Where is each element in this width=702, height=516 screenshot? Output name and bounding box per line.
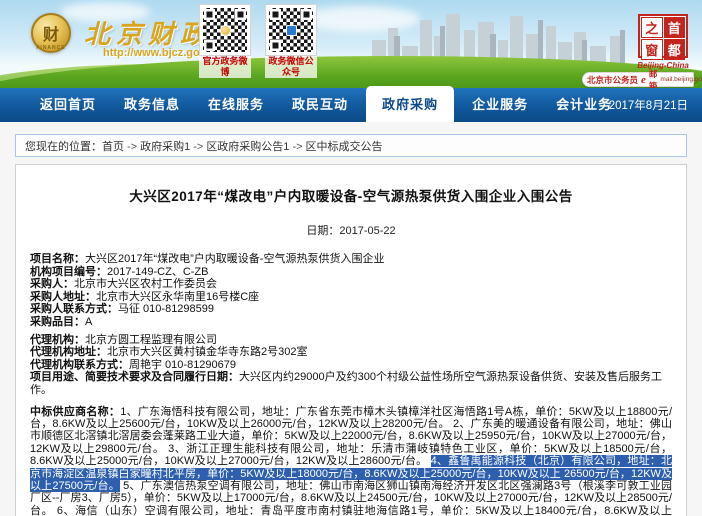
field-row: 采购人：北京市大兴区农村工作委员会 (30, 278, 672, 291)
breadcrumb: 您现在的位置： 首页->政府采购1->区政府采购公告1->区中标成交公告 (15, 134, 687, 157)
breadcrumb-separator: -> (292, 141, 302, 153)
date-label: 日期： (306, 225, 339, 237)
field-value: 大兴区2017年“煤改电”户内取暖设备-空气源热泵供货入围企业 (85, 253, 384, 265)
field-label: 项目名称： (30, 253, 85, 265)
field-label: 代理机构地址： (30, 346, 107, 358)
field-value: 周艳宇 010-81290679 (129, 359, 236, 371)
announcement-date: 日期：2017-05-22 (30, 222, 672, 238)
field-label: 采购品目： (30, 316, 85, 328)
breadcrumb-link[interactable]: 首页 (102, 141, 124, 153)
capital-window-seal-logo[interactable]: 之 首 窗 都 (638, 14, 688, 58)
coin-character: 财 (33, 21, 69, 45)
email-banner-text2: 邮箱 (649, 68, 658, 89)
site-header-banner: 财 FINANCE 北京财政 http://www.bjcz.gov.cn 官方… (0, 0, 702, 88)
suppliers-label: 中标供应商名称： (30, 406, 120, 418)
current-date: 2017年8月21日 (609, 97, 688, 113)
field-value: 北京市大兴区农村工作委员会 (74, 278, 217, 290)
field-row: 代理机构：北京方圆工程监理有限公司 (30, 334, 672, 347)
qr-image (200, 5, 250, 55)
announcement-content-box: 大兴区2017年“煤改电”户内取暖设备-空气源热泵供货入围企业入围公告 日期：2… (15, 164, 687, 516)
project-fields: 项目名称：大兴区2017年“煤改电”户内取暖设备-空气源热泵供货入围企业机构项目… (30, 253, 672, 397)
breadcrumb-separator: -> (127, 141, 137, 153)
field-label: 机构项目编号： (30, 266, 107, 278)
breadcrumb-separator: -> (193, 141, 203, 153)
field-value: 北京市大兴区黄村镇金华寺东路2号302室 (107, 346, 307, 358)
field-label: 采购人： (30, 278, 74, 290)
email-banner-url: mail.beijing.gov.cn (660, 76, 702, 83)
field-row: 采购人地址：北京市大兴区永华南里16号楼C座 (30, 291, 672, 304)
field-value: 2017-149-CZ、C-ZB (107, 266, 208, 278)
field-label: 采购人联系方式： (30, 303, 118, 315)
field-row: 代理机构联系方式：周艳宇 010-81290679 (30, 359, 672, 372)
field-label: 采购人地址： (30, 291, 96, 303)
field-value: 北京市大兴区永华南里16号楼C座 (96, 291, 259, 303)
weibo-qr-label: 官方政务微博 (199, 56, 251, 78)
nav-item[interactable]: 在线服务 (194, 86, 278, 122)
nav-item[interactable]: 政民互动 (278, 86, 362, 122)
seal-subtitle: Beijing-China (634, 61, 692, 70)
breadcrumb-link[interactable]: 政府采购1 (140, 141, 190, 153)
field-row: 项目用途、简要技术要求及合同履行日期：大兴区内约29000户及约300个村级公益… (30, 371, 672, 396)
finance-coin-logo[interactable]: 财 FINANCE (31, 13, 71, 53)
field-label: 代理机构： (30, 334, 85, 346)
announcement-title: 大兴区2017年“煤改电”户内取暖设备-空气源热泵供货入围企业入围公告 (30, 185, 672, 205)
field-value: 马征 010-81298599 (118, 303, 214, 315)
breadcrumb-links: 首页->政府采购1->区政府采购公告1->区中标成交公告 (102, 138, 383, 154)
wechat-icon (286, 25, 297, 36)
nav-items: 返回首页政务信息在线服务政民互动政府采购企业服务会计业务 (0, 88, 626, 122)
breadcrumb-link[interactable]: 区政府采购公告1 (206, 141, 289, 153)
suppliers-segments: 1、广东海悟科技有限公司，地址：广东省东莞市樟木头镇樟洋社区海悟路1号A栋，单价… (30, 406, 672, 516)
civil-servant-email-banner[interactable]: 北京市公务员 e 邮箱 mail.beijing.gov.cn (582, 72, 694, 87)
email-e-icon: e (641, 74, 646, 86)
nav-item[interactable]: 企业服务 (458, 86, 542, 122)
email-banner-text: 北京市公务员 (587, 74, 638, 86)
field-row: 代理机构地址：北京市大兴区黄村镇金华寺东路2号302室 (30, 346, 672, 359)
nav-item[interactable]: 返回首页 (26, 86, 110, 122)
date-value: 2017-05-22 (339, 225, 395, 237)
seal-char: 窗 (641, 39, 663, 60)
field-row: 采购品目：A (30, 316, 672, 329)
site-title[interactable]: 北京财政 (84, 14, 212, 51)
supplier-entry: 6、海信（山东）空调有限公司，地址：青岛平度市南村镇驻地海信路1号，单价：5KW… (30, 505, 672, 516)
weibo-qr-code: 官方政务微博 (199, 5, 251, 71)
qr-image (266, 5, 316, 55)
page: 财 FINANCE 北京财政 http://www.bjcz.gov.cn 官方… (0, 0, 702, 516)
weibo-icon (220, 25, 231, 36)
field-row: 机构项目编号：2017-149-CZ、C-ZB (30, 266, 672, 279)
seal-char: 之 (641, 17, 663, 38)
field-value: 北京方圆工程监理有限公司 (85, 334, 217, 346)
nav-item[interactable]: 政务信息 (110, 86, 194, 122)
seal-char: 首 (664, 17, 686, 38)
winning-suppliers-paragraph: 中标供应商名称：1、广东海悟科技有限公司，地址：广东省东莞市樟木头镇樟洋社区海悟… (30, 406, 672, 516)
nav-item[interactable]: 政府采购 (366, 86, 454, 122)
seal-char: 都 (664, 39, 686, 60)
field-label: 项目用途、简要技术要求及合同履行日期： (30, 371, 239, 383)
field-row: 采购人联系方式：马征 010-81298599 (30, 303, 672, 316)
field-value: A (85, 316, 92, 328)
breadcrumb-link: 区中标成交公告 (306, 141, 383, 153)
wechat-qr-label: 政务微信公众号 (265, 56, 317, 78)
field-label: 代理机构联系方式： (30, 359, 129, 371)
coin-subtext: FINANCE (33, 45, 69, 51)
wechat-qr-code: 政务微信公众号 (265, 5, 317, 71)
field-row: 项目名称：大兴区2017年“煤改电”户内取暖设备-空气源热泵供货入围企业 (30, 253, 672, 266)
main-nav-bar: 返回首页政务信息在线服务政民互动政府采购企业服务会计业务 2017年8月21日 (0, 88, 702, 122)
breadcrumb-prefix: 您现在的位置： (25, 138, 102, 154)
